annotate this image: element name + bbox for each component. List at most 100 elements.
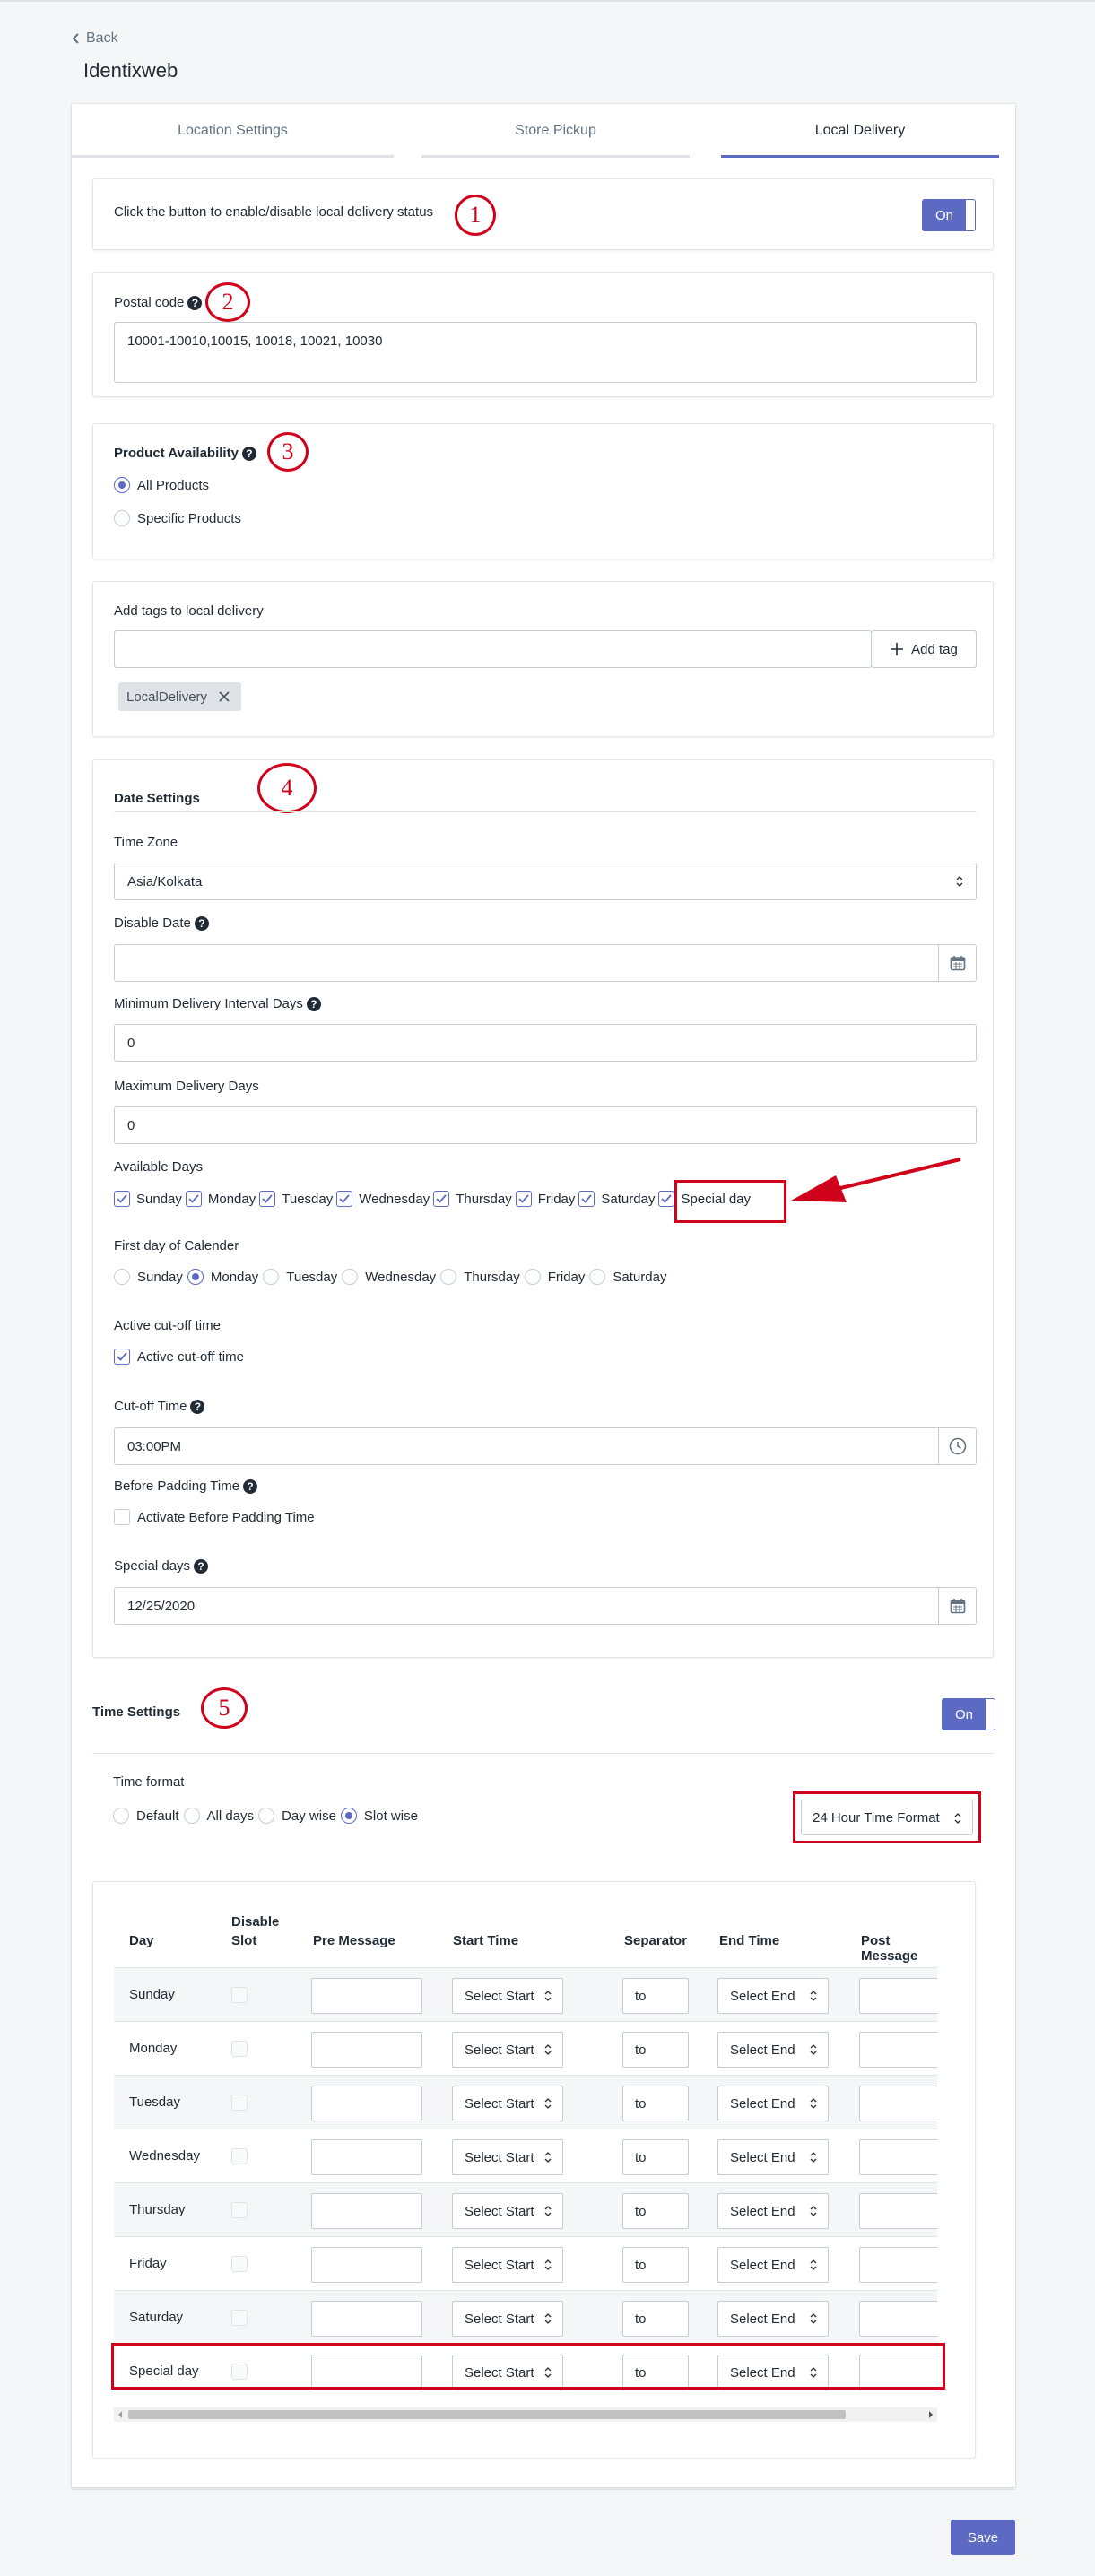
disable-slot-checkbox[interactable] bbox=[231, 2095, 248, 2111]
disable-date-field[interactable] bbox=[114, 944, 977, 982]
pre-message-input[interactable] bbox=[311, 2139, 422, 2175]
post-message-input[interactable] bbox=[859, 2139, 937, 2175]
end-time-select[interactable]: Select End bbox=[717, 2139, 829, 2175]
save-button[interactable]: Save bbox=[951, 2520, 1015, 2555]
radio-button[interactable] bbox=[589, 1269, 606, 1285]
tab-local-delivery[interactable]: Local Delivery bbox=[721, 104, 999, 158]
tab-store-pickup[interactable]: Store Pickup bbox=[421, 104, 690, 158]
pre-message-input[interactable] bbox=[311, 2247, 422, 2283]
start-time-select[interactable]: Select Start bbox=[452, 2193, 563, 2229]
start-time-select[interactable]: Select Start bbox=[452, 2139, 563, 2175]
radio-button[interactable] bbox=[263, 1269, 280, 1285]
postal-code-field[interactable]: 10001-10010,10015, 10018, 10021, 10030 bbox=[114, 322, 977, 383]
start-time-select[interactable]: Select Start bbox=[452, 2301, 563, 2337]
separator-input[interactable]: to bbox=[622, 2032, 689, 2068]
pre-message-input[interactable] bbox=[311, 2032, 422, 2068]
cutoff-time-field[interactable]: 03:00PM bbox=[114, 1427, 977, 1465]
separator-input[interactable]: to bbox=[622, 2139, 689, 2175]
time-settings-toggle[interactable]: On bbox=[942, 1698, 995, 1730]
end-time-select[interactable]: Select End bbox=[717, 2301, 829, 2337]
day-checkbox[interactable] bbox=[114, 1191, 130, 1207]
end-time-select[interactable]: Select End bbox=[717, 1978, 829, 2014]
help-icon[interactable]: ? bbox=[306, 997, 321, 1012]
separator-input[interactable]: to bbox=[622, 2301, 689, 2337]
horizontal-scrollbar[interactable] bbox=[114, 2407, 937, 2422]
tab-location-settings[interactable]: Location Settings bbox=[72, 104, 394, 158]
hour-format-select[interactable]: 24 Hour Time Format bbox=[801, 1800, 973, 1835]
min-interval-field[interactable]: 0 bbox=[114, 1024, 977, 1062]
calendar-button[interactable] bbox=[938, 945, 976, 981]
scroll-left-icon[interactable] bbox=[117, 2411, 123, 2418]
radio-all-products[interactable]: All Products bbox=[114, 477, 209, 493]
pre-message-input[interactable] bbox=[311, 1978, 422, 2014]
end-time-select[interactable]: Select End bbox=[717, 2193, 829, 2229]
start-time-select[interactable]: Select Start bbox=[452, 1978, 563, 2014]
radio-button[interactable] bbox=[440, 1269, 457, 1285]
special-days-field[interactable]: 12/25/2020 bbox=[114, 1587, 977, 1625]
separator-input[interactable]: to bbox=[622, 2086, 689, 2121]
help-icon[interactable]: ? bbox=[194, 1559, 209, 1574]
start-time-select[interactable]: Select Start bbox=[452, 2247, 563, 2283]
end-time-select[interactable]: Select End bbox=[717, 2032, 829, 2068]
help-icon[interactable]: ? bbox=[187, 296, 203, 311]
day-checkbox[interactable] bbox=[515, 1191, 532, 1207]
day-checkbox[interactable] bbox=[259, 1191, 276, 1207]
disable-slot-checkbox[interactable] bbox=[231, 2202, 248, 2218]
radio-button[interactable] bbox=[183, 1808, 200, 1824]
post-message-input[interactable] bbox=[859, 2193, 937, 2229]
scrollbar-thumb[interactable] bbox=[128, 2410, 846, 2419]
padding-checkbox[interactable] bbox=[114, 1509, 130, 1525]
timezone-select[interactable]: Asia/Kolkata bbox=[114, 863, 977, 900]
tag-input[interactable] bbox=[114, 630, 872, 668]
padding-checkbox-row[interactable]: Activate Before Padding Time bbox=[114, 1509, 315, 1525]
day-checkbox[interactable] bbox=[336, 1191, 353, 1207]
status-toggle[interactable]: On bbox=[922, 199, 976, 231]
disable-slot-checkbox[interactable] bbox=[231, 2256, 248, 2272]
pre-message-input[interactable] bbox=[311, 2086, 422, 2121]
radio-button[interactable] bbox=[114, 510, 130, 526]
day-checkbox[interactable] bbox=[433, 1191, 450, 1207]
separator-input[interactable]: to bbox=[622, 1978, 689, 2014]
disable-slot-checkbox[interactable] bbox=[231, 2148, 248, 2164]
separator-input[interactable]: to bbox=[622, 2247, 689, 2283]
start-time-select[interactable]: Select Start bbox=[452, 2032, 563, 2068]
help-icon[interactable]: ? bbox=[243, 1479, 258, 1495]
cutoff-checkbox[interactable] bbox=[114, 1349, 130, 1365]
radio-button[interactable] bbox=[258, 1808, 275, 1824]
day-checkbox[interactable] bbox=[185, 1191, 202, 1207]
calendar-button[interactable] bbox=[938, 1588, 976, 1624]
cutoff-checkbox-row[interactable]: Active cut-off time bbox=[114, 1349, 244, 1365]
radio-button[interactable] bbox=[114, 477, 130, 493]
close-icon[interactable] bbox=[218, 690, 230, 703]
disable-slot-checkbox[interactable] bbox=[231, 1987, 248, 2003]
day-checkbox[interactable] bbox=[658, 1191, 675, 1207]
radio-specific-products[interactable]: Specific Products bbox=[114, 510, 241, 526]
pre-message-input[interactable] bbox=[311, 2301, 422, 2337]
help-icon[interactable]: ? bbox=[190, 1400, 205, 1415]
disable-slot-checkbox[interactable] bbox=[231, 2310, 248, 2326]
scroll-right-icon[interactable] bbox=[928, 2411, 934, 2418]
radio-button[interactable] bbox=[524, 1269, 541, 1285]
separator-input[interactable]: to bbox=[622, 2193, 689, 2229]
radio-button[interactable] bbox=[342, 1269, 359, 1285]
post-message-input[interactable] bbox=[859, 1978, 937, 2014]
end-time-select[interactable]: Select End bbox=[717, 2086, 829, 2121]
radio-button[interactable] bbox=[340, 1808, 357, 1824]
radio-button[interactable] bbox=[114, 1269, 130, 1285]
radio-button[interactable] bbox=[187, 1269, 204, 1285]
radio-button[interactable] bbox=[113, 1808, 129, 1824]
day-checkbox[interactable] bbox=[578, 1191, 595, 1207]
help-icon[interactable]: ? bbox=[241, 447, 256, 462]
add-tag-button[interactable]: Add tag bbox=[871, 630, 977, 668]
start-time-select[interactable]: Select Start bbox=[452, 2086, 563, 2121]
back-link[interactable]: Back bbox=[72, 30, 118, 47]
help-icon[interactable]: ? bbox=[194, 916, 209, 932]
post-message-input[interactable] bbox=[859, 2086, 937, 2121]
time-picker-button[interactable] bbox=[938, 1428, 976, 1464]
disable-slot-checkbox[interactable] bbox=[231, 2041, 248, 2057]
pre-message-input[interactable] bbox=[311, 2193, 422, 2229]
end-time-select[interactable]: Select End bbox=[717, 2247, 829, 2283]
max-days-field[interactable]: 0 bbox=[114, 1106, 977, 1144]
post-message-input[interactable] bbox=[859, 2301, 937, 2337]
post-message-input[interactable] bbox=[859, 2032, 937, 2068]
